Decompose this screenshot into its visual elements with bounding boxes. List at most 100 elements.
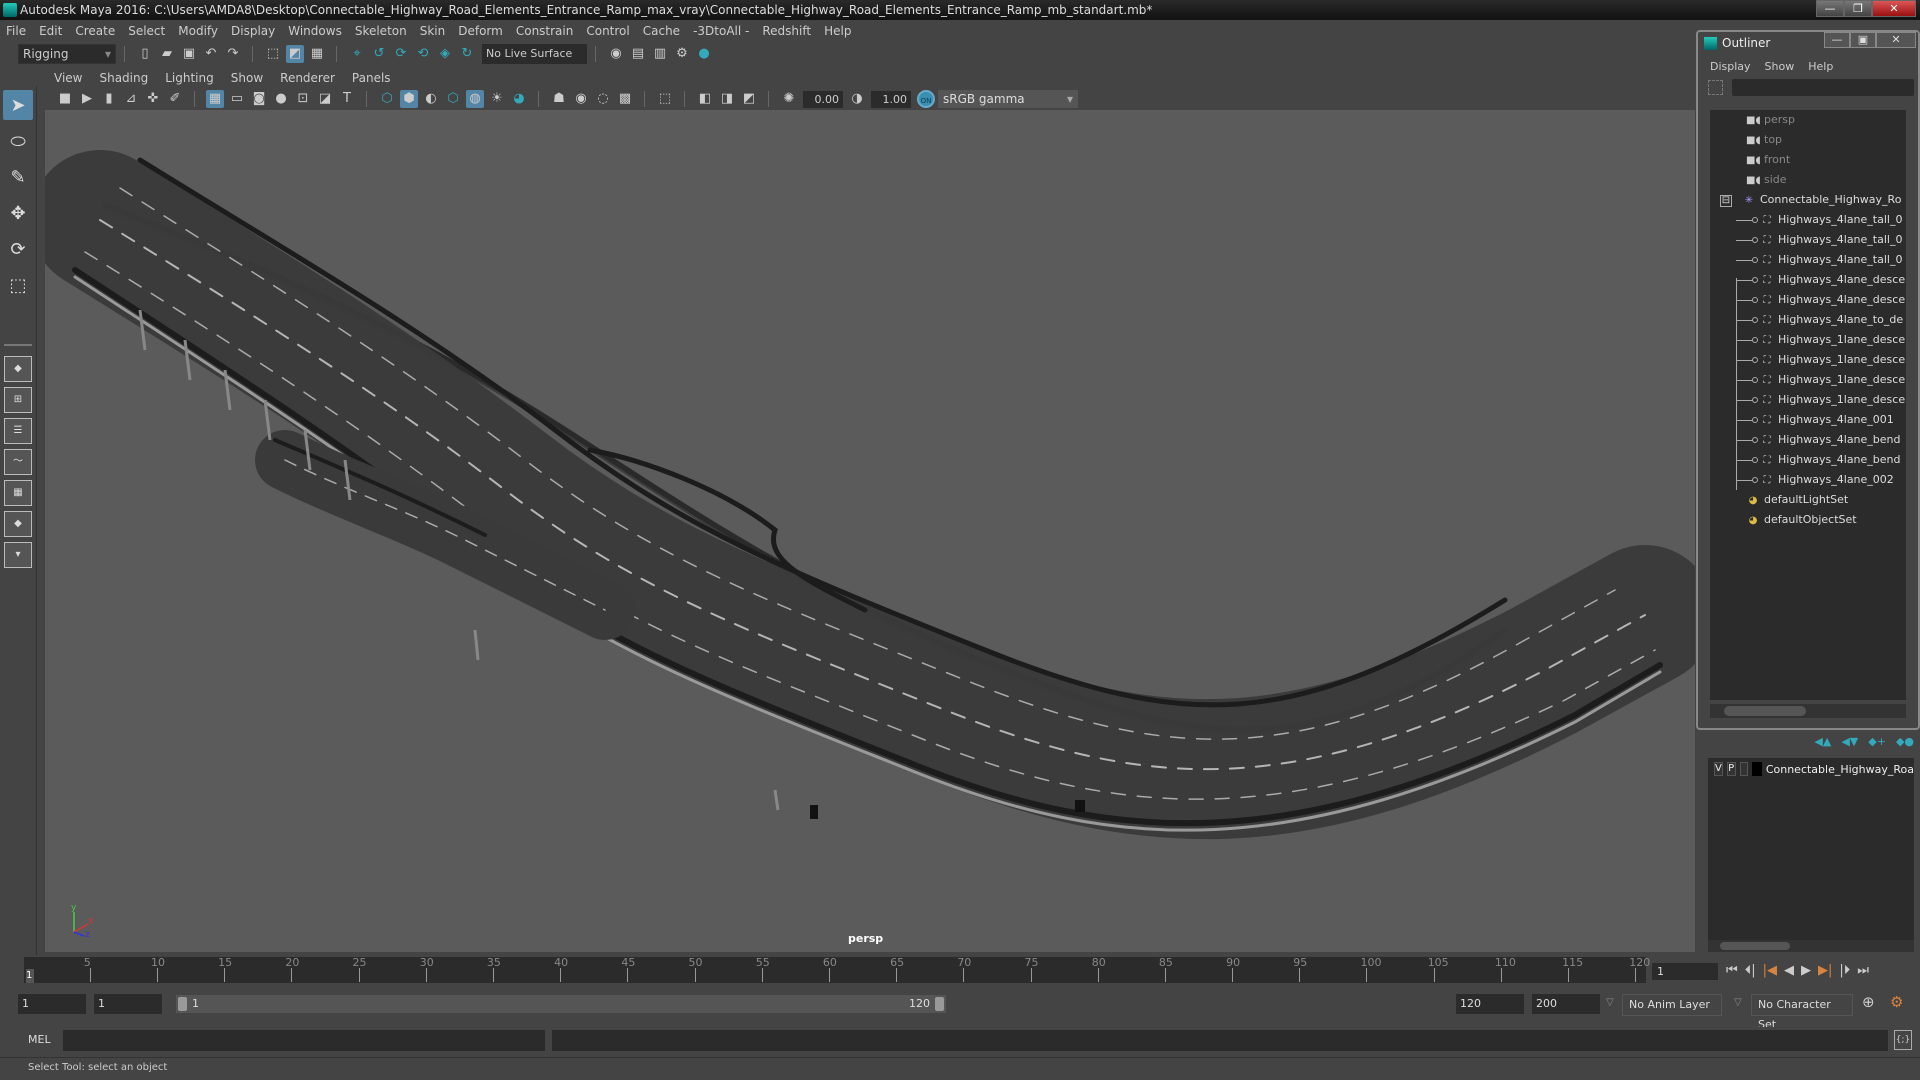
depth-of-field-icon[interactable]: ▩ — [616, 90, 634, 108]
outliner-menu-help[interactable]: Help — [1808, 60, 1833, 73]
select-filter-icon[interactable] — [1708, 80, 1723, 95]
go-to-start-icon[interactable]: ⏮ — [1726, 963, 1738, 978]
lasso-tool-icon[interactable]: ⬭ — [3, 126, 33, 156]
outliner-item[interactable]: ⛶ Highways_4lane_desce — [1710, 290, 1906, 310]
menu-cache[interactable]: Cache — [643, 24, 680, 38]
anim-layer-select[interactable]: No Anim Layer — [1622, 994, 1722, 1016]
outliner-search-input[interactable] — [1732, 79, 1914, 96]
outliner-item[interactable]: ⛶ Highways_4lane_tall_0 — [1710, 210, 1906, 230]
grease-pencil-icon[interactable]: ✐ — [166, 90, 184, 108]
outliner-item[interactable]: ⛶ Highways_1lane_desce — [1710, 390, 1906, 410]
outliner-item[interactable]: ■◖ persp — [1710, 110, 1906, 130]
select-hierarchy-icon[interactable]: ⬚ — [264, 45, 282, 63]
panel-menu-show[interactable]: Show — [231, 71, 263, 85]
range-start-handle[interactable] — [178, 997, 187, 1011]
shadows-icon[interactable]: ◕ — [510, 90, 528, 108]
safe-title-icon[interactable]: T — [338, 90, 356, 108]
menu-create[interactable]: Create — [75, 24, 115, 38]
outliner-item[interactable]: ■◖ side — [1710, 170, 1906, 190]
outliner-item[interactable]: ⛶ Highways_4lane_desce — [1710, 270, 1906, 290]
undo-icon[interactable]: ↶ — [202, 45, 220, 63]
anti-aliasing-icon[interactable]: ◌ — [594, 90, 612, 108]
outliner-item[interactable]: ◕ defaultObjectSet — [1710, 510, 1906, 530]
panel-menu-renderer[interactable]: Renderer — [280, 71, 335, 85]
step-forward-key-icon[interactable]: ▶| — [1818, 963, 1832, 978]
character-set-dropdown-icon[interactable]: ▽ — [1734, 997, 1742, 1008]
view-transform-select[interactable]: sRGB gamma — [938, 90, 1078, 108]
outliner-item[interactable]: ⛶ Highways_1lane_desce — [1710, 370, 1906, 390]
move-layer-up-icon[interactable]: ◀▲ — [1814, 735, 1831, 748]
restore-button[interactable]: ❐ — [1844, 0, 1872, 17]
layer-display-type-toggle[interactable] — [1739, 762, 1749, 776]
graph-persp-layout-button[interactable]: 〜 — [4, 449, 32, 475]
resolution-gate-icon[interactable]: ◙ — [250, 90, 268, 108]
select-object-icon[interactable]: ◩ — [286, 45, 304, 63]
outliner-titlebar[interactable]: Outliner — ▣ ✕ — [1698, 32, 1918, 56]
color-management-toggle[interactable]: ON — [917, 90, 935, 108]
layer-visibility-toggle[interactable]: V — [1714, 762, 1723, 776]
outliner-item[interactable]: ■◖ front — [1710, 150, 1906, 170]
outliner-item[interactable]: ⛶ Highways_4lane_to_de — [1710, 310, 1906, 330]
exposure-field[interactable]: 0.00 — [803, 90, 843, 108]
hypershade-persp-layout-button[interactable]: ▦ — [4, 480, 32, 506]
outliner-item[interactable]: ⛶ Highways_4lane_001 — [1710, 410, 1906, 430]
live-surface-field[interactable]: No Live Surface — [482, 44, 587, 64]
script-editor-icon[interactable]: {;} — [1894, 1030, 1912, 1050]
textured-icon[interactable]: ◍ — [466, 90, 484, 108]
render-view-icon[interactable]: ◉ — [607, 45, 625, 63]
four-pane-layout-button[interactable]: ⊞ — [4, 387, 32, 413]
snap-curve-icon[interactable]: ↺ — [370, 45, 388, 63]
current-time-marker[interactable]: 1 — [26, 969, 34, 983]
move-tool-icon[interactable]: ✥ — [3, 198, 33, 228]
step-back-key-icon[interactable]: |◀ — [1763, 963, 1777, 978]
menu-skin[interactable]: Skin — [420, 24, 446, 38]
outliner-item[interactable]: ⛶ Highways_4lane_bend — [1710, 450, 1906, 470]
menu-select[interactable]: Select — [128, 24, 165, 38]
field-chart-icon[interactable]: ⊡ — [294, 90, 312, 108]
animation-start-field[interactable]: 1 — [18, 994, 86, 1014]
new-layer-selected-icon[interactable]: ◆● — [1896, 735, 1914, 748]
layout-menu-button[interactable]: ▾ — [4, 542, 32, 568]
outliner-item[interactable]: ■◖ top — [1710, 130, 1906, 150]
image-plane-icon[interactable]: ⊿ — [122, 90, 140, 108]
play-backwards-icon[interactable]: ◀ — [1784, 963, 1794, 978]
xray-components-icon[interactable]: ◩ — [740, 90, 758, 108]
smooth-shade-icon[interactable]: ⬢ — [400, 90, 418, 108]
motion-blur-icon[interactable]: ◉ — [572, 90, 590, 108]
perspective-viewport[interactable] — [45, 110, 1695, 952]
isolate-select-icon[interactable]: ⬚ — [656, 90, 674, 108]
outliner-item[interactable]: ⛶ Highways_4lane_002 — [1710, 470, 1906, 490]
outliner-maximize-button[interactable]: ▣ — [1850, 32, 1876, 48]
step-back-frame-icon[interactable]: ⏴| — [1745, 963, 1756, 978]
playback-range-bar[interactable]: 1 120 — [176, 995, 946, 1013]
menu-modify[interactable]: Modify — [178, 24, 218, 38]
anim-layer-dropdown-icon[interactable]: ▽ — [1606, 997, 1614, 1008]
exposure-icon[interactable]: ✺ — [780, 90, 798, 108]
render-frame-icon[interactable]: ▤ — [629, 45, 647, 63]
save-scene-icon[interactable]: ▣ — [180, 45, 198, 63]
animation-end-field[interactable]: 200 — [1532, 994, 1600, 1014]
open-scene-icon[interactable]: ▰ — [158, 45, 176, 63]
menu-skeleton[interactable]: Skeleton — [355, 24, 407, 38]
menu-display[interactable]: Display — [231, 24, 275, 38]
outliner-item[interactable]: ◕ defaultLightSet — [1710, 490, 1906, 510]
layer-playback-toggle[interactable]: P — [1726, 762, 1736, 776]
single-pane-layout-button[interactable]: ◆ — [4, 356, 32, 382]
menu-help[interactable]: Help — [824, 24, 851, 38]
select-camera-icon[interactable]: ■ — [56, 90, 74, 108]
menu-edit[interactable]: Edit — [39, 24, 62, 38]
outliner-item[interactable]: ⛶ Highways_4lane_tall_0 — [1710, 230, 1906, 250]
2d-pan-zoom-icon[interactable]: ✜ — [144, 90, 162, 108]
render-settings-icon[interactable]: ⚙ — [673, 45, 691, 63]
ipr-render-icon[interactable]: ▥ — [651, 45, 669, 63]
hypershade-icon[interactable]: ● — [695, 45, 713, 63]
layer-color-swatch[interactable] — [1752, 762, 1762, 776]
xray-joints-icon[interactable]: ◨ — [718, 90, 736, 108]
collapse-icon[interactable]: ⊟ — [1720, 195, 1732, 207]
scrollbar-thumb[interactable] — [1720, 942, 1790, 950]
redo-icon[interactable]: ↷ — [224, 45, 242, 63]
outliner-minimize-button[interactable]: — — [1824, 32, 1850, 48]
snap-point-icon[interactable]: ⟳ — [392, 45, 410, 63]
persp-graph-outliner-layout-button[interactable]: ◆ — [4, 511, 32, 537]
gamma-icon[interactable]: ◑ — [848, 90, 866, 108]
